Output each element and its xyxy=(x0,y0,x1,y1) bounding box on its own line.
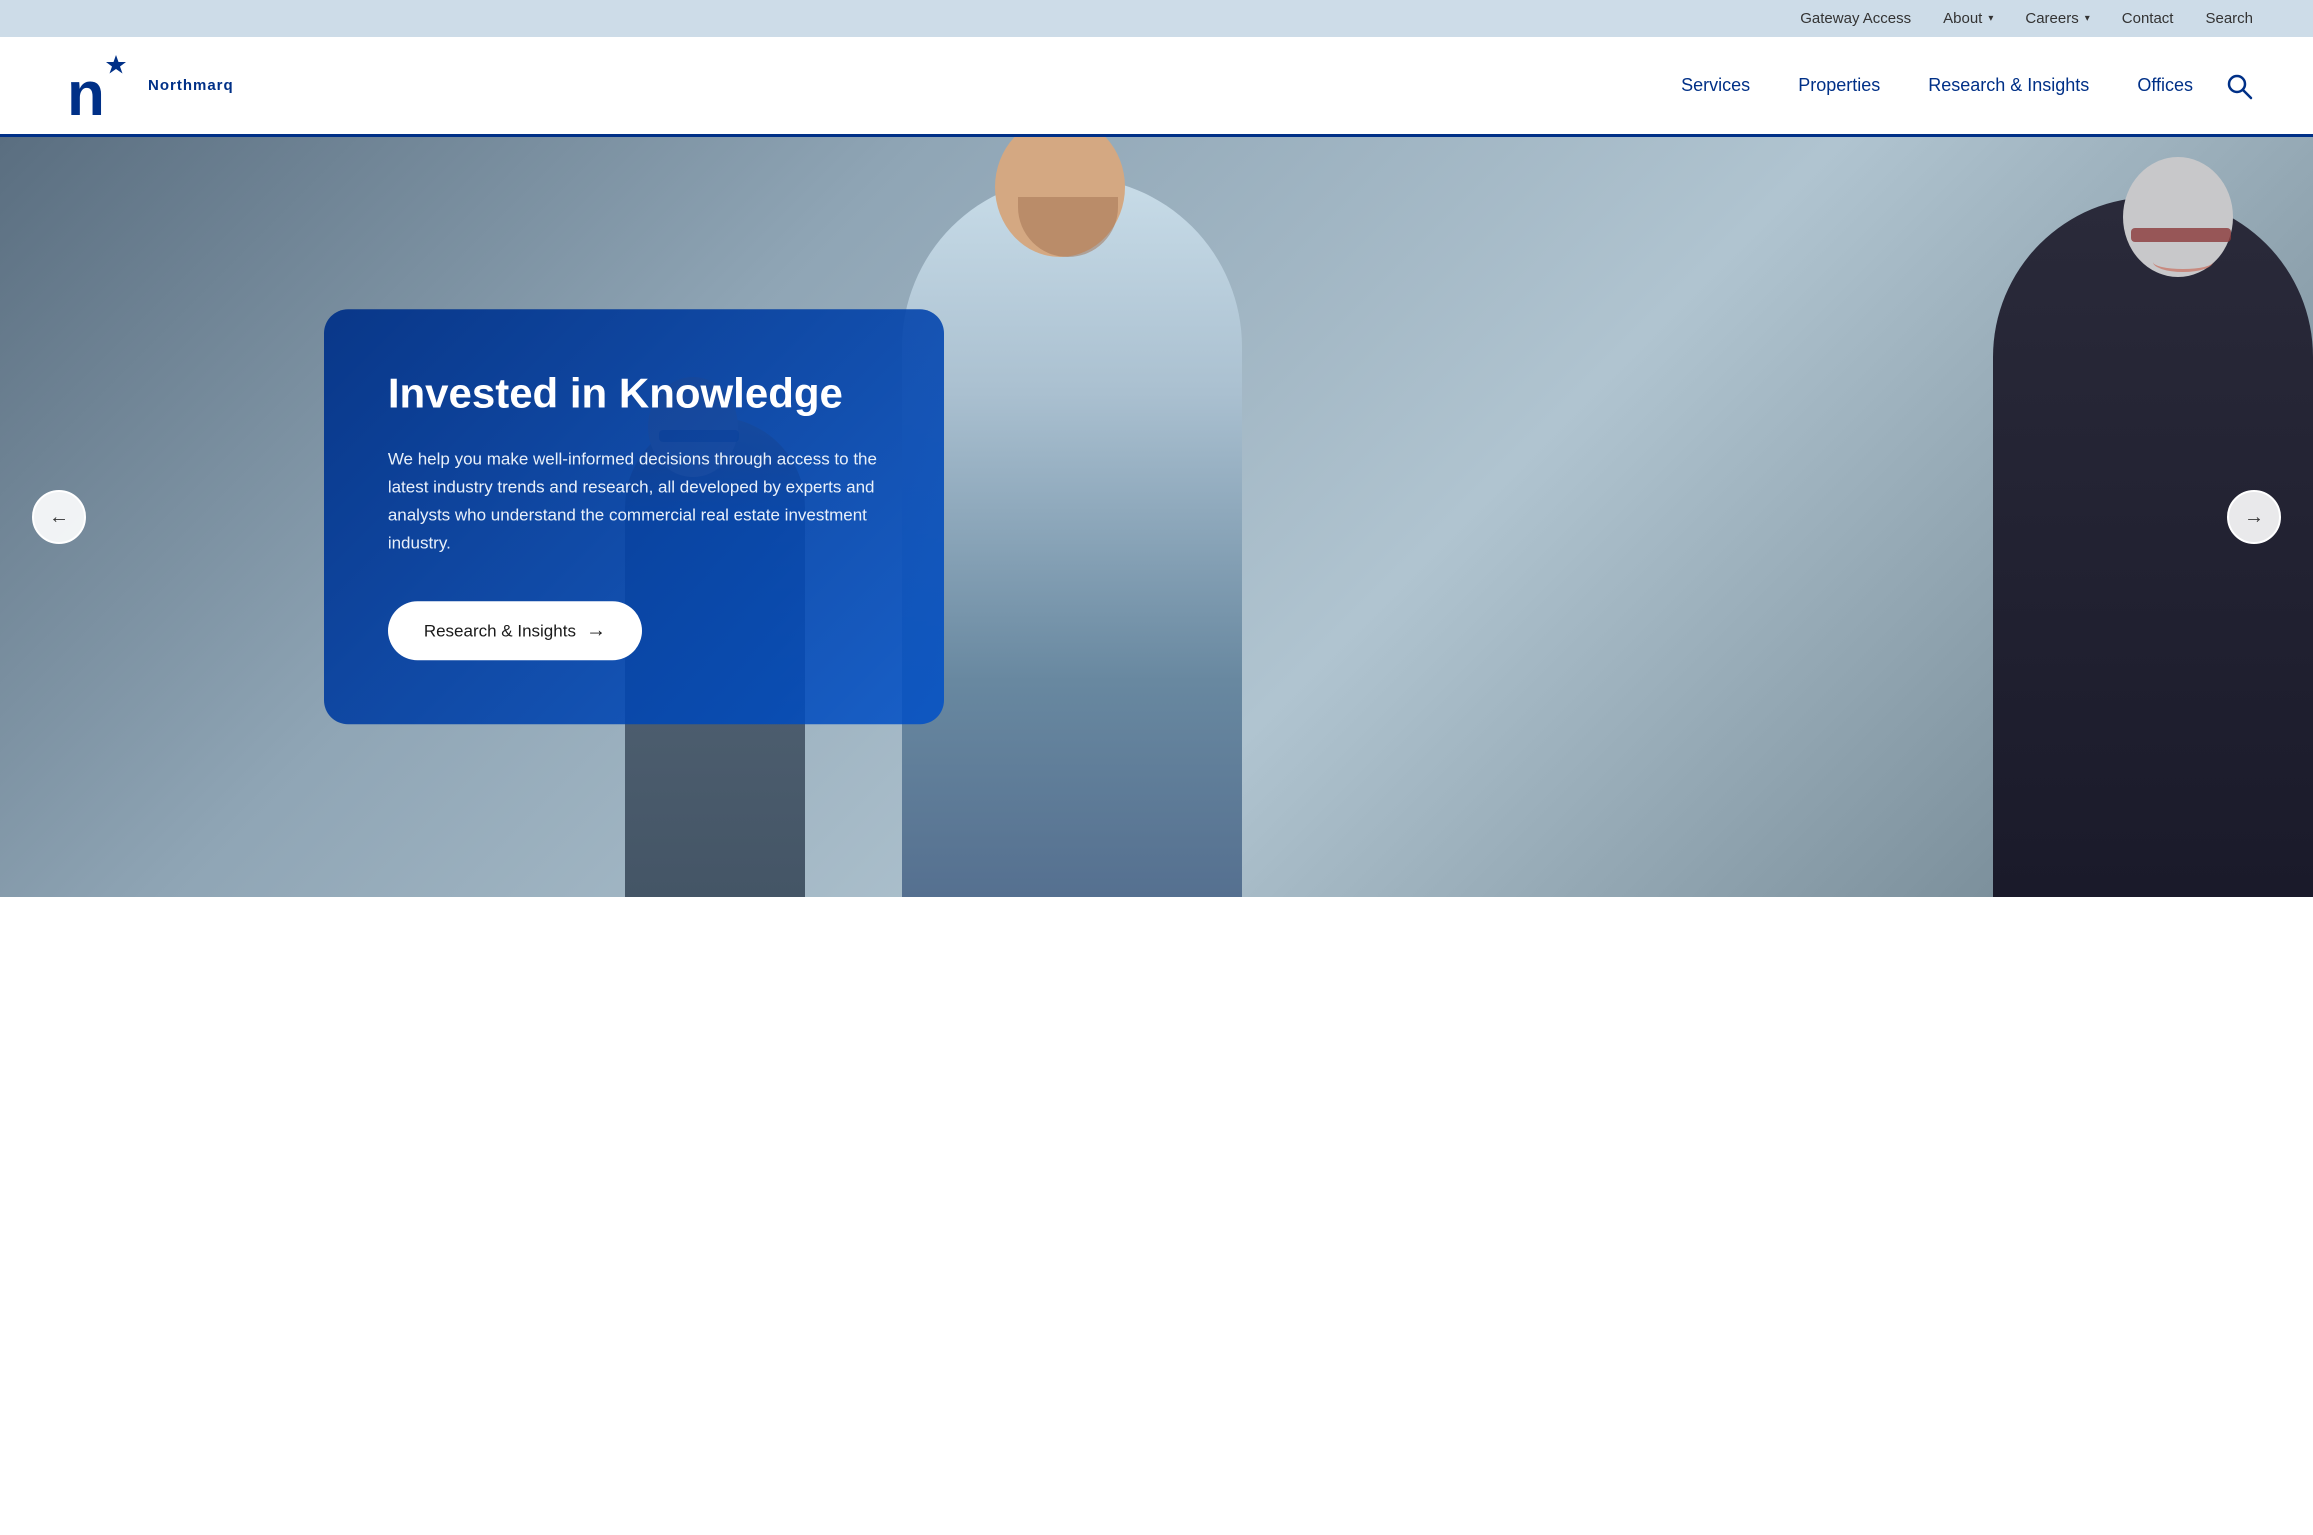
logo-link[interactable]: n Northmarq xyxy=(60,46,234,126)
nav-research[interactable]: Research & Insights xyxy=(1928,75,2089,96)
nav-properties[interactable]: Properties xyxy=(1798,75,1880,96)
utility-bar: Gateway Access About ▾ Careers ▾ Contact… xyxy=(0,0,2313,37)
hero-card: Invested in Knowledge We help you make w… xyxy=(324,309,944,724)
hero-cta-button[interactable]: Research & Insights → xyxy=(388,602,642,661)
svg-text:n: n xyxy=(67,60,105,125)
nav-offices[interactable]: Offices xyxy=(2137,75,2193,96)
logo-icon: n xyxy=(60,46,140,126)
about-link[interactable]: About ▾ xyxy=(1943,10,1993,27)
nav-links: Services Properties Research & Insights … xyxy=(1681,75,2193,96)
carousel-prev-icon: ← xyxy=(49,506,69,529)
gateway-access-link[interactable]: Gateway Access xyxy=(1800,10,1911,27)
logo-text: Northmarq xyxy=(148,77,234,94)
nav-services[interactable]: Services xyxy=(1681,75,1750,96)
cta-arrow-icon: → xyxy=(586,620,606,643)
search-util-link[interactable]: Search xyxy=(2205,10,2253,27)
search-button[interactable] xyxy=(2225,72,2253,100)
carousel-prev-button[interactable]: ← xyxy=(32,490,86,544)
about-chevron-icon: ▾ xyxy=(1988,13,1993,24)
hero-section: Invested in Knowledge We help you make w… xyxy=(0,137,2313,897)
careers-link[interactable]: Careers ▾ xyxy=(2025,10,2089,27)
contact-link[interactable]: Contact xyxy=(2122,10,2174,27)
carousel-next-icon: → xyxy=(2244,506,2264,529)
main-nav: n Northmarq Services Properties Research… xyxy=(0,37,2313,137)
careers-chevron-icon: ▾ xyxy=(2085,13,2090,24)
search-icon xyxy=(2225,72,2253,100)
hero-title: Invested in Knowledge xyxy=(388,369,880,417)
carousel-next-button[interactable]: → xyxy=(2227,490,2281,544)
hero-body: We help you make well-informed decisions… xyxy=(388,446,880,558)
